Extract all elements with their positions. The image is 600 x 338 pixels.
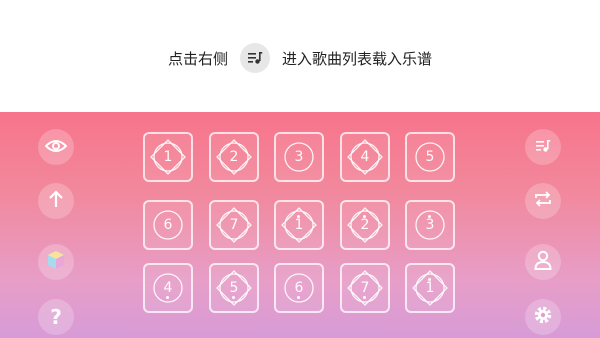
settings-button[interactable] [525, 299, 561, 335]
scroll-up-button[interactable] [38, 183, 74, 219]
low-octave-dot [363, 296, 366, 299]
settings-icon [533, 305, 553, 329]
key-pad-label: 3 [425, 217, 435, 233]
key-pad[interactable]: 6 [143, 200, 193, 250]
left-toolbar: ? [38, 129, 74, 338]
user-icon [534, 250, 552, 274]
low-octave-dot [166, 296, 169, 299]
key-pad[interactable]: 3 [405, 200, 455, 250]
high-octave-dot [297, 215, 300, 218]
cube-icon [47, 250, 65, 274]
key-pad[interactable]: 1 [405, 263, 455, 313]
play-area: ? 1 2 3 4 5 6 7 1 2 3 4 5 6 7 1 [0, 112, 600, 338]
key-pad-label: 2 [229, 149, 239, 165]
key-pad-label: 1 [425, 280, 435, 296]
song-list-button[interactable] [525, 129, 561, 165]
key-pad[interactable]: 7 [209, 200, 259, 250]
key-pad-label: 4 [163, 280, 173, 296]
key-pad[interactable]: 6 [274, 263, 324, 313]
high-octave-dot [363, 215, 366, 218]
key-pad[interactable]: 3 [274, 132, 324, 182]
hint-before: 点击右侧 [167, 49, 228, 68]
help-button[interactable]: ? [38, 299, 74, 335]
key-pad-label: 1 [294, 217, 304, 233]
app-screen: 点击右侧 进入歌曲列表载入乐谱 ? 1 2 3 4 5 6 7 1 2 3 4 … [0, 0, 600, 338]
key-pad[interactable]: 5 [209, 263, 259, 313]
key-pad-label: 5 [425, 149, 435, 165]
repeat-button[interactable] [525, 183, 561, 219]
help-icon: ? [50, 305, 62, 329]
key-pad-label: 3 [294, 149, 304, 165]
key-pad-label: 4 [360, 149, 370, 165]
hint-text: 点击右侧 进入歌曲列表载入乐谱 [0, 43, 600, 73]
key-pad-label: 6 [163, 217, 173, 233]
key-pad-label: 1 [163, 149, 173, 165]
key-pad[interactable]: 5 [405, 132, 455, 182]
key-pad[interactable]: 2 [340, 200, 390, 250]
key-pad[interactable]: 2 [209, 132, 259, 182]
playlist-icon [535, 138, 551, 157]
key-pad[interactable]: 7 [340, 263, 390, 313]
key-pad[interactable]: 1 [274, 200, 324, 250]
key-pad[interactable]: 1 [143, 132, 193, 182]
right-toolbar [525, 129, 561, 338]
key-pad-label: 6 [294, 280, 304, 296]
arrow-up-icon [48, 190, 64, 212]
playlist-icon [240, 43, 270, 73]
key-pad-label: 2 [360, 217, 370, 233]
key-pad[interactable]: 4 [143, 263, 193, 313]
key-pad[interactable]: 4 [340, 132, 390, 182]
key-pad-grid: 1 2 3 4 5 6 7 1 2 3 4 5 6 7 1 [143, 132, 459, 328]
repeat-icon [534, 191, 552, 211]
eye-icon [44, 138, 68, 157]
key-pad-label: 5 [229, 280, 239, 296]
user-button[interactable] [525, 244, 561, 280]
toggle-visibility-button[interactable] [38, 129, 74, 165]
low-octave-dot [232, 296, 235, 299]
hint-bar: 点击右侧 进入歌曲列表载入乐谱 [0, 0, 600, 112]
key-pad-label: 7 [360, 280, 370, 296]
high-octave-dot [428, 215, 431, 218]
instrument-button[interactable] [38, 244, 74, 280]
key-pad-label: 7 [229, 217, 239, 233]
high-octave-dot [428, 278, 431, 281]
hint-after: 进入歌曲列表载入乐谱 [282, 49, 433, 68]
low-octave-dot [297, 296, 300, 299]
